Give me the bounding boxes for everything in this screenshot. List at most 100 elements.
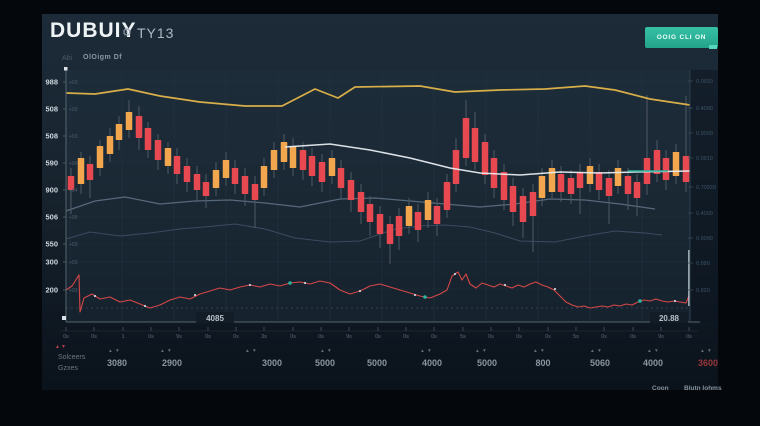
right-axis-label: 0.820	[696, 288, 710, 294]
candle-body	[223, 160, 230, 178]
candle-body	[683, 156, 690, 182]
candle-body	[396, 216, 403, 236]
x-axis-tick-label: 0s	[431, 334, 437, 340]
candle-body	[116, 124, 123, 140]
footer-value: 5060	[590, 358, 610, 368]
red-sort-arrows-icon[interactable]: ▴▾	[56, 343, 68, 350]
candle-body	[634, 182, 641, 198]
footer-arrow-down-icon: ▾	[253, 348, 256, 354]
candle-body	[232, 168, 239, 184]
gear-icon[interactable]: ⚙	[122, 26, 132, 39]
toolbar-label[interactable]: OlOigm Df	[83, 54, 122, 61]
candle-body	[252, 184, 259, 200]
candle-body	[539, 176, 546, 198]
x-axis-tick-label: 3s	[261, 334, 267, 340]
candle-body	[261, 166, 268, 188]
left-axis-label: 988	[45, 78, 58, 87]
right-axis-label: 0.4090	[696, 211, 713, 217]
footer-left-line2: Gzxes	[58, 363, 85, 374]
footer-arrow-up-icon: ▴	[321, 348, 324, 354]
left-axis-label: 300	[45, 258, 58, 267]
sub-light-mark	[414, 294, 416, 296]
right-axis-label: 0.9090	[696, 131, 713, 137]
candle-body	[377, 214, 384, 234]
candle-body	[425, 200, 432, 220]
sub-light-mark	[359, 290, 361, 292]
x-axis-tick-label: 0s	[91, 334, 97, 340]
left-axis-label: 200	[45, 286, 58, 295]
toolbar-faint-label: Abi	[62, 55, 72, 62]
candle-body	[309, 156, 316, 176]
left-axis-sublabel: +04	[69, 188, 78, 194]
x-axis-tick-label: 0s	[545, 334, 551, 340]
sub-light-mark	[144, 305, 146, 307]
candle-body	[434, 206, 441, 224]
candle-body	[281, 142, 288, 162]
footer-arrow-up-icon: ▴	[534, 348, 537, 354]
footer-arrow-down-icon: ▾	[483, 348, 486, 354]
sub-axis-value-label: 4085	[206, 314, 224, 323]
candle-body	[271, 150, 278, 170]
right-axis-label: 0.70920	[696, 185, 716, 191]
footer-arrow-up-icon: ▴	[246, 348, 249, 354]
x-axis-tick-label: 9s	[176, 334, 182, 340]
x-axis-tick-label: 0s	[601, 334, 607, 340]
candle-body	[663, 158, 670, 180]
candle-body	[97, 146, 104, 168]
candle-body	[510, 186, 517, 212]
left-axis-label: 590	[45, 159, 58, 168]
candle-body	[242, 176, 249, 194]
footer-arrow-down-icon: ▾	[328, 348, 331, 354]
candle-body	[530, 192, 537, 216]
footer-value: 5000	[367, 358, 387, 368]
candle-body	[501, 172, 508, 200]
candle-body	[329, 158, 336, 176]
candle-body	[319, 162, 326, 182]
left-axis-label: 508	[45, 132, 58, 141]
footer-value: 3080	[107, 358, 127, 368]
x-axis-tick-label: 9s	[346, 334, 352, 340]
sub-light-mark	[249, 284, 251, 286]
right-axis-label: 0.890	[696, 261, 710, 267]
candle-body	[165, 148, 172, 166]
footer-value: 3000	[262, 358, 282, 368]
left-axis-sublabel: +03	[69, 242, 78, 248]
bottom-right-label-2[interactable]: Blutn Iohms	[684, 385, 722, 392]
candle-body	[87, 164, 94, 180]
candle-body	[596, 172, 603, 190]
x-axis-tick-label: 0s	[375, 334, 381, 340]
candle-body	[290, 146, 297, 168]
footer-arrow-down-icon: ▾	[655, 348, 658, 354]
footer-left-line1: Solceers	[58, 352, 85, 363]
x-axis-tick-label: 9s	[658, 334, 664, 340]
left-axis-label: 506	[45, 213, 58, 222]
candle-body	[174, 156, 181, 174]
sub-teal-dot	[288, 281, 292, 285]
candle-body	[78, 158, 85, 184]
sub-light-mark	[504, 284, 506, 286]
sub-teal-dot	[638, 299, 642, 303]
candle-body	[520, 196, 527, 222]
confirm-button[interactable]: OOIG CLI ON	[645, 27, 718, 48]
x-axis-tick-label: 0s	[148, 334, 154, 340]
footer-arrow-up-icon: ▴	[161, 348, 164, 354]
chart-svg[interactable]: 988+03508+03508+03590+00900+04506+00550+…	[0, 0, 760, 426]
candle-body	[453, 150, 460, 184]
left-axis-sublabel: +03	[69, 260, 78, 266]
sub-light-mark	[304, 282, 306, 284]
footer-arrow-up-icon: ▴	[476, 348, 479, 354]
x-axis-tick-label: 5s	[573, 334, 579, 340]
candle-body	[549, 168, 556, 192]
footer-arrow-down-icon: ▾	[116, 348, 119, 354]
candle-body	[558, 174, 565, 192]
right-axis-label: 0.0910	[696, 156, 713, 162]
candle-body	[155, 140, 162, 160]
footer-arrow-up-icon: ▴	[701, 348, 704, 354]
x-axis-tick-label: 0s	[488, 334, 494, 340]
footer-value: 3600	[698, 358, 718, 368]
candle-body	[213, 170, 220, 188]
footer-arrow-up-icon: ▴	[421, 348, 424, 354]
axis-bottom-cap	[62, 316, 66, 320]
footer-arrow-down-icon: ▾	[708, 348, 711, 354]
bottom-right-label-1[interactable]: Coon	[652, 385, 669, 392]
